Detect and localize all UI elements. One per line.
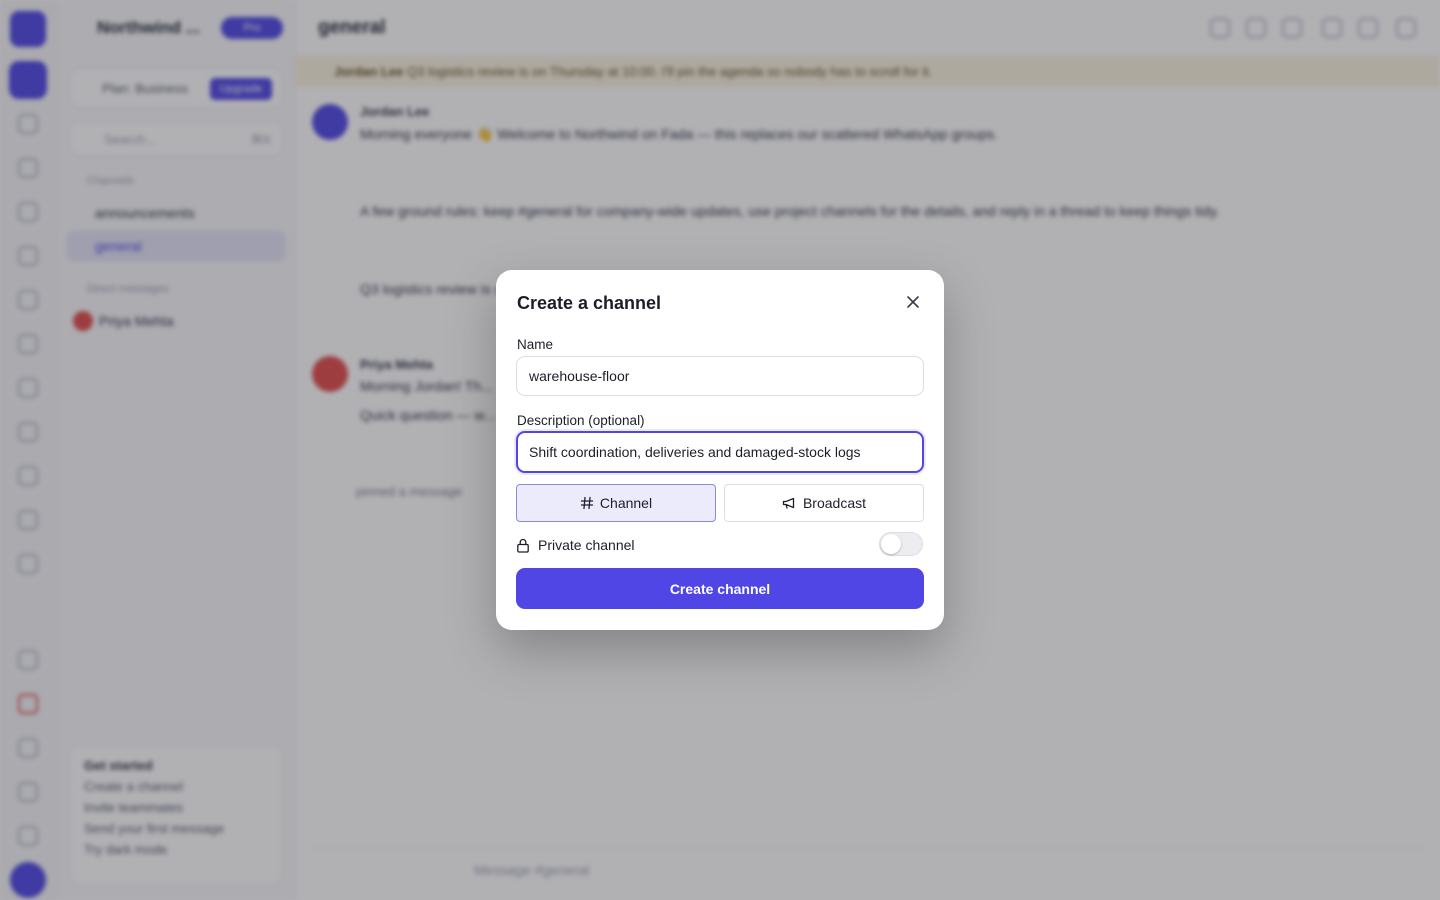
lock-icon xyxy=(517,538,529,553)
channel-description-input[interactable] xyxy=(516,431,924,473)
hash-icon xyxy=(580,496,594,510)
megaphone-icon xyxy=(782,497,795,509)
private-channel-label: Private channel xyxy=(538,537,635,553)
description-label: Description (optional) xyxy=(517,413,645,428)
type-broadcast-label: Broadcast xyxy=(802,495,867,511)
close-icon xyxy=(907,296,919,308)
dialog-title: Create a channel xyxy=(517,293,662,313)
name-label: Name xyxy=(517,337,554,352)
create-channel-dialog: Create a channel Name Description (optio… xyxy=(496,270,944,630)
type-broadcast-option[interactable]: Broadcast xyxy=(724,484,924,522)
type-channel-option[interactable]: Channel xyxy=(516,484,716,522)
private-channel-toggle[interactable] xyxy=(879,532,923,556)
toggle-knob xyxy=(881,534,901,554)
create-channel-button[interactable]: Create channel xyxy=(516,568,924,609)
private-channel-row: Private channel xyxy=(516,535,635,555)
close-button[interactable] xyxy=(902,291,924,313)
channel-name-input[interactable] xyxy=(516,356,924,396)
type-channel-label: Channel xyxy=(599,495,653,511)
